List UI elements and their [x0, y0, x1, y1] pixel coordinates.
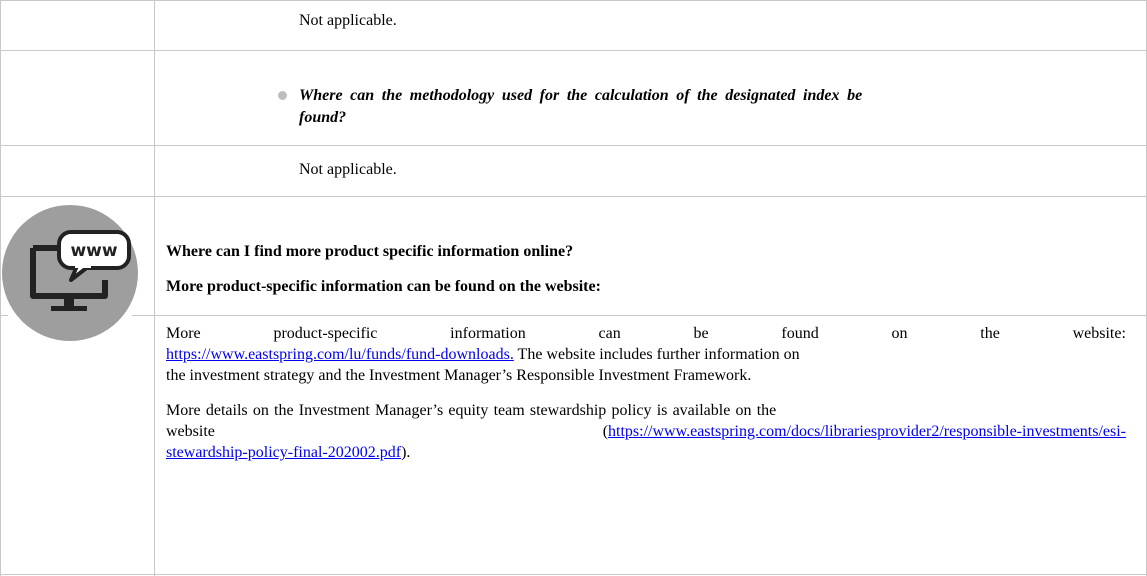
p1-word: can [598, 325, 621, 342]
question-text-line-2: found? [299, 109, 347, 126]
question-line-1: Where can the methodology used for the c… [299, 86, 1126, 106]
close-paren: ). [401, 444, 411, 461]
stewardship-policy-link-part-1[interactable]: https://www.eastspring.com/docs/librarie… [608, 423, 1126, 440]
not-applicable-text-2: Not applicable. [299, 161, 397, 178]
bullet-icon [278, 91, 287, 100]
paragraph-1-line-3: the investment strategy and the Investme… [166, 367, 752, 384]
p1-word: information [450, 325, 526, 342]
www-monitor-icon: www [1, 204, 139, 342]
p1-word: be [693, 325, 709, 342]
table-border-top [0, 0, 1147, 1]
table-border-row3 [0, 196, 1147, 197]
paragraph-2-word-website: website [166, 423, 215, 440]
p1-word: on [891, 325, 908, 342]
www-icon-label: www [70, 241, 117, 261]
p1-word: the [980, 325, 1000, 342]
paragraph-1-line-1: More product-specific information can be… [166, 324, 1126, 344]
paragraph-1-line-2: https://www.eastspring.com/lu/funds/fund… [166, 345, 800, 365]
fund-downloads-link[interactable]: https://www.eastspring.com/lu/funds/fund… [166, 346, 514, 363]
paragraph-1-line-2-text: The website includes further information… [513, 346, 800, 363]
p1-word: product-specific [273, 325, 378, 342]
table-border-bottom [0, 574, 1147, 575]
paragraph-2-line-1: More details on the Investment Manager’s… [166, 402, 777, 419]
paragraph-2-link-wrap: (https://www.eastspring.com/docs/librari… [603, 422, 1126, 442]
table-border-row2 [0, 145, 1147, 146]
document-page: Not applicable. Where can the methodolog… [0, 0, 1147, 576]
paragraph-2-line-2: website (https://www.eastspring.com/docs… [166, 422, 1126, 442]
p1-word: More [166, 325, 201, 342]
p1-word: found [781, 325, 819, 342]
table-border-row4-right [132, 315, 1147, 316]
p1-word: website: [1072, 325, 1126, 342]
table-border-row1 [0, 50, 1147, 51]
stewardship-policy-link-part-2[interactable]: stewardship-policy-final-202002.pdf [166, 444, 401, 461]
table-column-divider [154, 0, 155, 576]
section-heading: Where can I find more product specific i… [166, 243, 574, 260]
section-subheading: More product-specific information can be… [166, 278, 601, 295]
question-text-line-1: Where can the methodology used for the c… [299, 87, 863, 104]
paragraph-2-line-3: stewardship-policy-final-202002.pdf). [166, 443, 410, 463]
not-applicable-text-1: Not applicable. [299, 12, 397, 29]
